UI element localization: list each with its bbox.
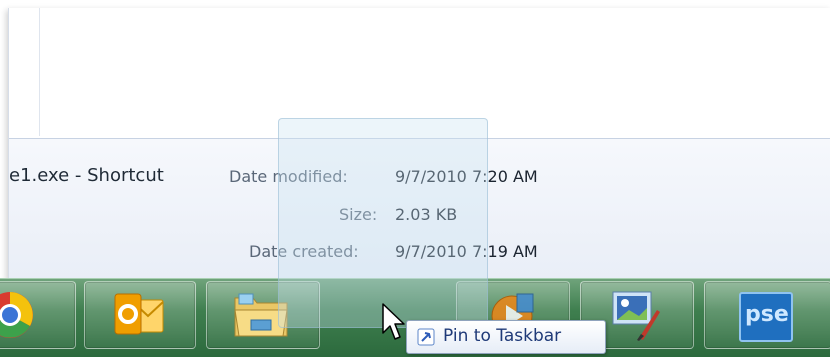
photoshop-elements-icon: pse [739,292,793,342]
photoshop-elements-label: pse [745,302,789,327]
paint-icon [609,288,661,346]
outlook-icon [113,290,167,344]
chrome-icon [0,290,35,344]
tooltip-label: Pin to Taskbar [443,326,562,346]
file-name: e1.exe - Shortcut [9,165,164,186]
taskbar-button-photoshop-elements[interactable]: pse [704,281,830,349]
pin-icon [417,328,435,350]
pane-divider [39,8,40,136]
pin-to-taskbar-tooltip: Pin to Taskbar [406,320,606,354]
drag-preview-ghost [278,118,488,328]
mouse-pointer-icon [382,303,406,345]
taskbar-button-chrome[interactable] [0,281,76,349]
taskbar-button-outlook[interactable] [84,281,196,349]
